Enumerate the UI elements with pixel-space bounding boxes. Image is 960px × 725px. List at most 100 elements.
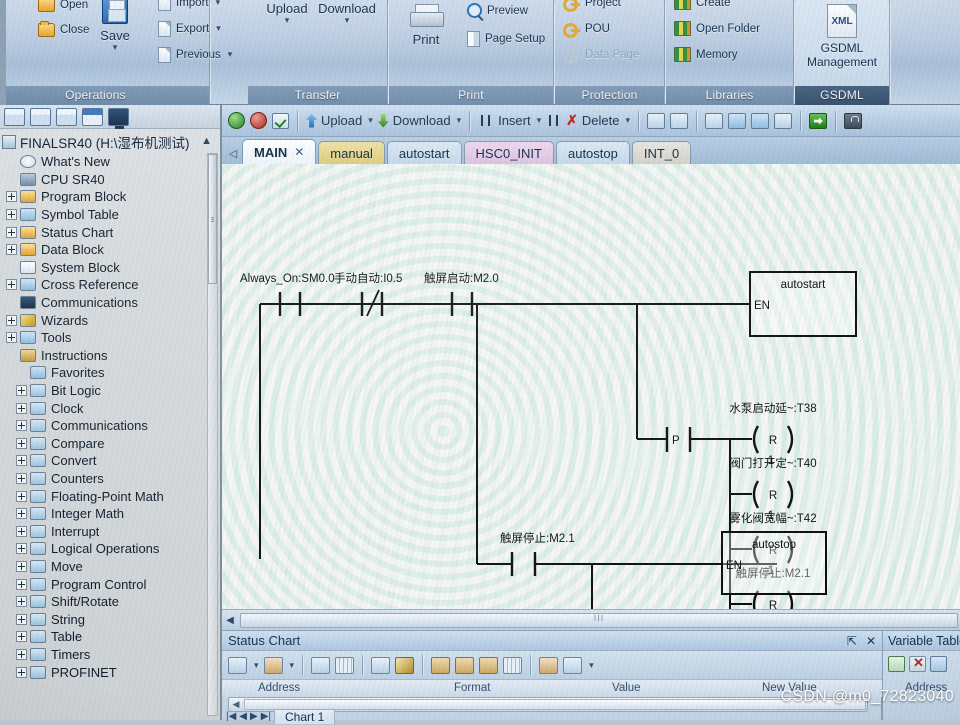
tree-item-timers[interactable]: Timers [0,646,214,664]
ribbon-item-save[interactable]: Save ▾ [78,0,152,52]
expand-toggle-icon[interactable] [6,279,17,291]
delete-var-icon[interactable] [909,655,926,672]
tree-item-tools[interactable]: Tools [0,329,214,347]
compile-all-icon[interactable] [669,112,688,129]
editor-insert-button[interactable]: Insert ▾ [478,113,541,128]
insert-row-icon[interactable] [228,656,247,674]
trend-icon[interactable] [539,656,559,674]
scroll-left-icon[interactable]: ◀ [229,699,243,710]
expand-toggle-icon[interactable] [16,631,27,643]
run-icon[interactable] [228,112,245,129]
ribbon-item-export[interactable]: Export ▾ [158,16,221,41]
tree-item-system-block[interactable]: System Block [0,259,214,277]
expand-toggle-icon[interactable] [16,613,27,625]
editor-upload-button[interactable]: Upload ▾ [306,113,373,128]
editor-scroll-thumb[interactable] [240,612,958,628]
chevron-down-icon[interactable]: ▾ [254,660,259,671]
tab-autostart[interactable]: autostart [386,141,462,164]
expand-toggle-icon[interactable] [16,525,27,537]
new-network-icon[interactable] [704,112,723,129]
expand-toggle-icon[interactable] [16,578,27,590]
nav-scroll-thumb[interactable] [208,154,217,284]
chevron-down-icon[interactable]: ▾ [290,660,295,671]
expand-toggle-icon[interactable] [6,314,17,326]
tree-item-shift-rotate[interactable]: Shift/Rotate [0,593,214,611]
tree-item-floating-point-math[interactable]: Floating-Point Math [0,487,214,505]
close-icon[interactable]: ✕ [866,634,876,648]
write-icon[interactable] [395,656,415,674]
expand-toggle-icon[interactable] [16,385,27,397]
tree-item-cross-reference[interactable]: Cross Reference [0,276,214,294]
lock-icon[interactable] [843,112,862,129]
tree-item-integer-math[interactable]: Integer Math [0,505,214,523]
project-root-node[interactable]: FINALSR40 (H:\湿布机测试) [2,131,220,153]
value-icon[interactable] [563,656,583,674]
expand-toggle-icon[interactable] [16,490,27,502]
expand-toggle-icon[interactable] [16,402,27,414]
tree-item-communications[interactable]: Communications [0,417,214,435]
expand-toggle-icon[interactable] [16,508,27,520]
tab-hsc0-init[interactable]: HSC0_INIT [463,141,554,164]
editor-download-button[interactable]: Download ▾ [377,113,461,128]
expand-toggle-icon[interactable] [16,543,27,555]
ribbon-item-previous[interactable]: Previous ▾ [158,42,232,67]
redo-icon[interactable] [750,112,769,129]
symbol-table-icon[interactable] [30,107,51,126]
communications-icon[interactable] [108,107,129,129]
force-new-icon[interactable] [479,656,499,674]
tree-item-interrupt[interactable]: Interrupt [0,522,214,540]
ladder-canvas[interactable]: Always_On:SM0.0 手动自动:I0.5 触屏启动:M2.0 auto… [222,164,960,609]
tree-item-table[interactable]: Table [0,628,214,646]
status-chart-scroll-thumb[interactable] [244,699,866,710]
remove-icon[interactable] [773,112,792,129]
program-block-icon[interactable] [4,107,25,126]
expand-toggle-icon[interactable] [6,191,17,203]
ribbon-item-gsdml-management[interactable]: XML GSDML Management [805,2,879,69]
data-block-icon[interactable] [82,107,103,126]
chevron-down-icon[interactable]: ▾ [589,660,594,671]
tab-int-0[interactable]: INT_0 [631,141,692,164]
expand-toggle-icon[interactable] [6,244,17,256]
continuous-read-icon[interactable] [335,656,355,674]
undo-icon[interactable] [727,112,746,129]
tree-item-communications[interactable]: Communications [0,294,214,312]
tree-item-favorites[interactable]: Favorites [0,364,214,382]
tree-item-compare[interactable]: Compare [0,435,214,453]
go-to-icon[interactable] [808,112,827,129]
tree-item-logical-operations[interactable]: Logical Operations [0,540,214,558]
tab-autostop[interactable]: autostop [555,141,630,164]
program-status-icon[interactable] [272,112,289,129]
scroll-left-icon[interactable]: ◀ [222,615,238,626]
unforce-icon[interactable] [455,656,475,674]
tree-item-profinet[interactable]: PROFINET [0,663,214,681]
tree-item-clock[interactable]: Clock [0,399,214,417]
editor-horizontal-scrollbar[interactable]: ◀ [222,609,960,630]
collapse-arrow-icon[interactable]: ▲ [201,135,212,147]
tree-item-status-chart[interactable]: Status Chart [0,223,214,241]
stop-icon[interactable] [250,112,267,129]
tree-item-data-block[interactable]: Data Block [0,241,214,259]
ribbon-item-download[interactable]: Download ▾ [310,2,384,25]
pin-icon[interactable]: ⇱ [847,634,857,648]
ribbon-item-create[interactable]: Create [674,0,731,15]
tree-item-symbol-table[interactable]: Symbol Table [0,206,214,224]
ribbon-item-pou[interactable]: POU [563,16,610,41]
expand-toggle-icon[interactable] [16,472,27,484]
tree-item-what-s-new[interactable]: What's New [0,153,214,171]
tree-item-wizards[interactable]: Wizards [0,311,214,329]
tab-manual[interactable]: manual [318,141,385,164]
tree-item-instructions[interactable]: Instructions [0,347,214,365]
tree-item-move[interactable]: Move [0,558,214,576]
sort-icon[interactable] [930,656,947,672]
expand-toggle-icon[interactable] [16,596,27,608]
expand-toggle-icon[interactable] [16,420,27,432]
expand-toggle-icon[interactable] [6,332,17,344]
status-chart-icon[interactable] [56,107,77,126]
expand-toggle-icon[interactable] [6,226,17,238]
tree-item-string[interactable]: String [0,610,214,628]
ribbon-item-preview[interactable]: Preview [467,0,528,23]
close-icon[interactable]: ✕ [294,145,304,159]
editor-delete-button[interactable]: ✗ Delete ▾ [546,112,630,129]
nav-vertical-scrollbar[interactable] [207,153,218,716]
expand-toggle-icon[interactable] [16,560,27,572]
